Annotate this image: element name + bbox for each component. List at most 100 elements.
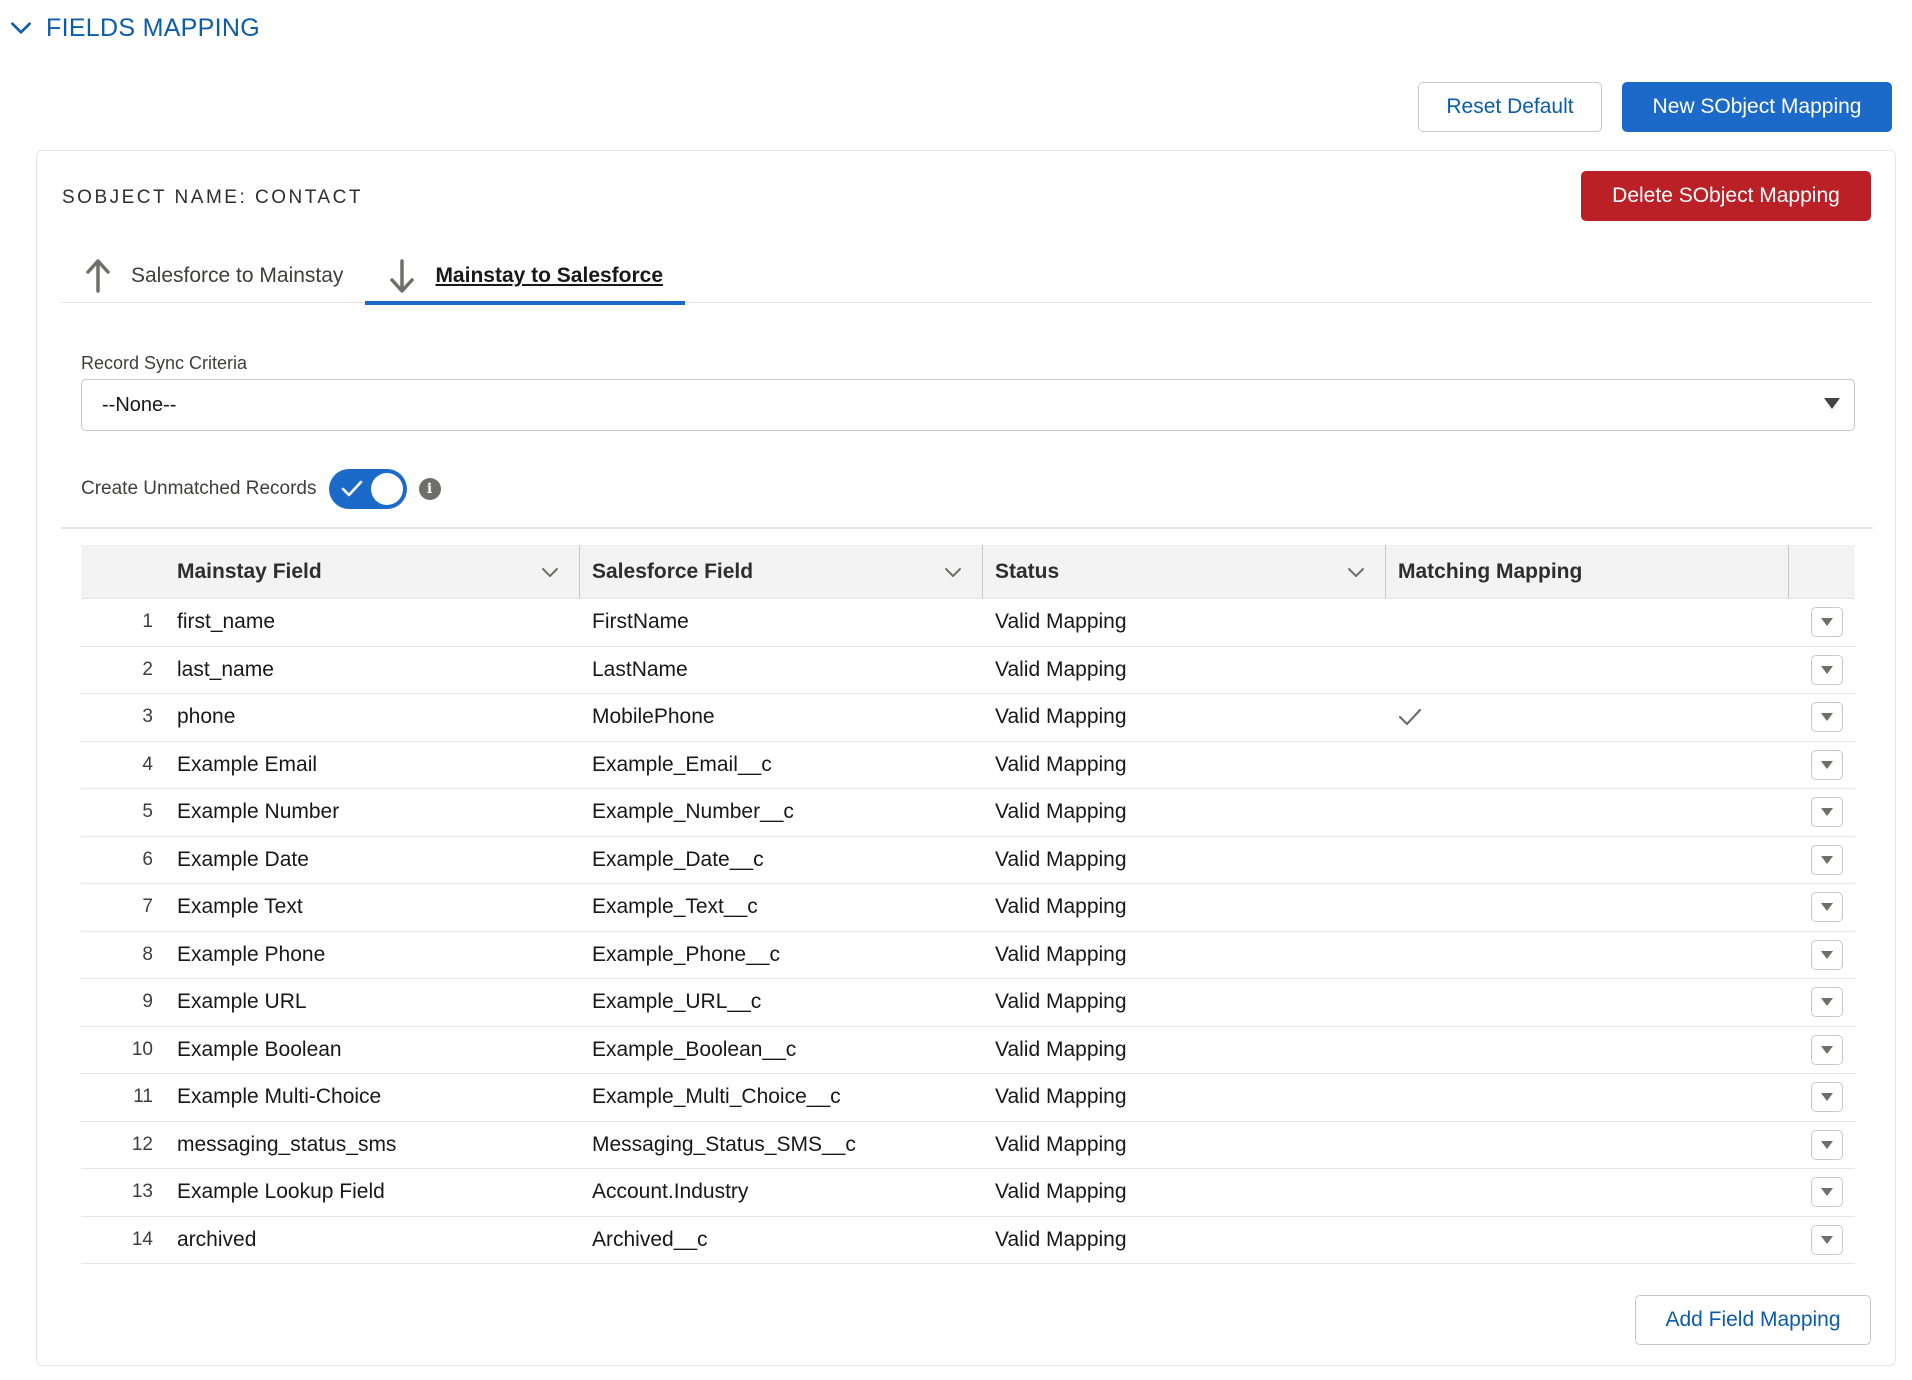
salesforce-field-cell: Example_Email__c: [592, 752, 772, 776]
table-row: 2 last_name LastName Valid Mapping: [81, 647, 1855, 694]
create-unmatched-label: Create Unmatched Records: [81, 478, 317, 499]
new-sobject-mapping-button[interactable]: New SObject Mapping: [1622, 82, 1892, 132]
status-cell: Valid Mapping: [995, 1037, 1127, 1061]
status-cell: Valid Mapping: [995, 990, 1127, 1014]
mainstay-field-cell: Example Lookup Field: [177, 1180, 385, 1204]
chevron-down-icon[interactable]: [540, 562, 560, 582]
table-body: 1 first_name FirstName Valid Mapping 2 last_n…: [81, 599, 1855, 1264]
row-actions-menu-button[interactable]: [1811, 1224, 1843, 1255]
matching-mapping-cell: [1386, 979, 1789, 1026]
status-cell: Valid Mapping: [995, 1180, 1127, 1204]
row-actions-cell: [1789, 742, 1855, 789]
check-icon: [341, 480, 362, 497]
dropdown-arrow-icon: [1821, 618, 1833, 627]
dropdown-arrow-icon: [1821, 713, 1833, 722]
divider: [61, 527, 1873, 529]
salesforce-field-cell: FirstName: [592, 610, 689, 634]
salesforce-field-cell: Account.Industry: [592, 1180, 749, 1204]
row-actions-menu-button[interactable]: [1811, 892, 1843, 923]
mainstay-field-cell: messaging_status_sms: [177, 1132, 397, 1156]
column-header-mainstay-field[interactable]: Mainstay Field: [177, 545, 580, 598]
table-row: 11 Example Multi-Choice Example_Multi_Choi…: [81, 1074, 1855, 1122]
row-actions-menu-button[interactable]: [1811, 939, 1843, 970]
salesforce-field-cell: Example_Phone__c: [592, 942, 780, 966]
status-cell: Valid Mapping: [995, 1227, 1127, 1251]
row-actions-menu-button[interactable]: [1811, 844, 1843, 875]
matching-mapping-cell: [1386, 599, 1789, 646]
row-actions-menu-button[interactable]: [1811, 607, 1843, 638]
matching-mapping-cell: [1386, 694, 1789, 741]
row-number-cell: 1: [142, 611, 153, 633]
add-field-mapping-button[interactable]: Add Field Mapping: [1635, 1295, 1871, 1345]
row-actions-menu-button[interactable]: [1811, 702, 1843, 733]
dropdown-arrow-icon: [1821, 998, 1833, 1007]
status-cell: Valid Mapping: [995, 895, 1127, 919]
row-number-cell: 8: [142, 943, 153, 965]
delete-sobject-mapping-button[interactable]: Delete SObject Mapping: [1581, 171, 1871, 221]
status-cell: Valid Mapping: [995, 942, 1127, 966]
checkmark-icon: [1398, 709, 1422, 726]
row-actions-cell: [1789, 599, 1855, 646]
info-icon[interactable]: i: [418, 478, 441, 500]
chevron-down-icon[interactable]: [1346, 562, 1366, 582]
row-actions-menu-button[interactable]: [1811, 797, 1843, 828]
tab-mainstay-to-salesforce[interactable]: Mainstay to Salesforce: [365, 249, 685, 305]
create-unmatched-toggle[interactable]: [328, 469, 407, 509]
row-actions-cell: [1789, 932, 1855, 979]
row-actions-menu-button[interactable]: [1811, 987, 1843, 1018]
direction-tabs: Salesforce to Mainstay Mainstay to Sales…: [61, 249, 1873, 305]
row-actions-menu-button[interactable]: [1811, 654, 1843, 685]
record-sync-criteria-select[interactable]: --None--: [81, 379, 1855, 431]
dropdown-arrow-icon: [1821, 1140, 1833, 1149]
tab-salesforce-to-mainstay[interactable]: Salesforce to Mainstay: [61, 249, 365, 303]
table-row: 6 Example Date Example_Date__c Valid Mappin…: [81, 837, 1855, 884]
row-actions-menu-button[interactable]: [1811, 1177, 1843, 1208]
salesforce-field-cell: Messaging_Status_SMS__c: [592, 1132, 856, 1156]
row-actions-cell: [1789, 837, 1855, 884]
mainstay-field-cell: Example Email: [177, 752, 318, 776]
table-row: 12 messaging_status_sms Messaging_Status_S…: [81, 1122, 1855, 1169]
row-actions-menu-button[interactable]: [1811, 1129, 1843, 1160]
top-actions: Reset Default New SObject Mapping: [1418, 82, 1892, 132]
table-row: 9 Example URL Example_URL__c Valid Mapping: [81, 979, 1855, 1027]
mainstay-field-cell: archived: [177, 1227, 257, 1251]
salesforce-field-cell: Example_Boolean__c: [592, 1037, 797, 1061]
mainstay-field-cell: phone: [177, 705, 236, 729]
column-header-label: Matching Mapping: [1398, 559, 1583, 583]
mainstay-field-cell: Example Phone: [177, 942, 326, 966]
mainstay-field-cell: Example Boolean: [177, 1037, 342, 1061]
chevron-down-icon: [11, 22, 31, 34]
row-actions-cell: [1789, 884, 1855, 931]
row-number-cell: 10: [131, 1038, 153, 1060]
table-row: 5 Example Number Example_Number__c Valid Ma…: [81, 789, 1855, 837]
status-cell: Valid Mapping: [995, 1085, 1127, 1109]
row-number-cell: 9: [142, 991, 153, 1013]
row-number-cell: 4: [142, 753, 153, 775]
salesforce-field-cell: Example_Text__c: [592, 895, 758, 919]
salesforce-field-cell: Example_URL__c: [592, 990, 762, 1014]
reset-default-button[interactable]: Reset Default: [1418, 82, 1602, 132]
chevron-down-icon[interactable]: [943, 562, 963, 582]
row-actions-menu-button[interactable]: [1811, 749, 1843, 780]
column-header-status[interactable]: Status: [983, 545, 1386, 598]
row-number-cell: 3: [142, 706, 153, 728]
mainstay-field-cell: Example Multi-Choice: [177, 1085, 382, 1109]
row-actions-menu-button[interactable]: [1811, 1082, 1843, 1113]
row-actions-cell: [1789, 694, 1855, 741]
section-title: FIELDS MAPPING: [46, 13, 260, 42]
matching-mapping-cell: [1386, 1027, 1789, 1074]
salesforce-field-cell: Example_Number__c: [592, 800, 794, 824]
sobject-name-title: SOBJECT NAME: CONTACT: [62, 187, 363, 208]
column-header-salesforce-field[interactable]: Salesforce Field: [580, 545, 983, 598]
dropdown-arrow-icon: [1821, 1093, 1833, 1102]
dropdown-arrow-icon: [1821, 1045, 1833, 1054]
column-header-matching-mapping[interactable]: Matching Mapping: [1386, 545, 1789, 598]
column-header-label: Mainstay Field: [177, 559, 322, 583]
row-actions-menu-button[interactable]: [1811, 1034, 1843, 1065]
section-header-toggle[interactable]: FIELDS MAPPING: [8, 8, 260, 48]
dropdown-arrow-icon: [1821, 950, 1833, 959]
table-header: Mainstay Field Salesforce Field Status M…: [81, 545, 1855, 599]
tab-label: Mainstay to Salesforce: [435, 264, 664, 287]
status-cell: Valid Mapping: [995, 705, 1127, 729]
row-number-cell: 2: [142, 658, 153, 680]
